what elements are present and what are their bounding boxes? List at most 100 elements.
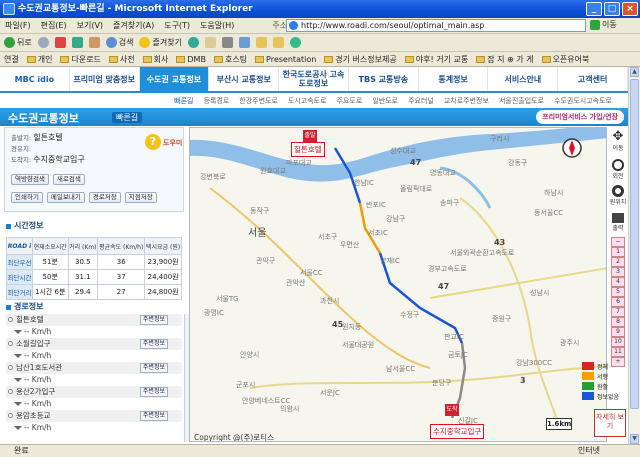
home-button[interactable] <box>88 37 100 48</box>
nav-service[interactable]: 서비스안내 <box>488 67 559 91</box>
scroll-down-arrow[interactable]: ▼ <box>630 434 639 444</box>
move-button[interactable]: ✥ 이동 <box>609 130 627 152</box>
favorites-button[interactable]: 즐겨찾기 <box>139 37 182 48</box>
edit-button[interactable] <box>238 37 250 48</box>
subnav-item[interactable]: 주요터널 <box>408 95 434 107</box>
table-row[interactable]: 최단우선 51분 30.5 36 23,900원 <box>6 254 182 270</box>
new-search-button[interactable]: 새로검색 <box>52 174 85 185</box>
subnav-item[interactable]: 빠른길 <box>174 95 193 107</box>
help-icon[interactable]: ? <box>145 134 161 150</box>
reset-position-button[interactable]: 원위치 <box>609 185 627 206</box>
subnav-item[interactable]: 주요도로 <box>337 95 363 107</box>
nearby-info-button[interactable]: 주변정보 <box>139 411 168 421</box>
list-item[interactable]: 용산2가입구 주변정보 <box>6 386 182 398</box>
zoom-level[interactable]: 5 <box>611 287 625 297</box>
route-map[interactable]: 서울 동작구 관악구 서초구 강남구 송파구 강동구 과천시 성남시 중원구 수… <box>189 127 607 442</box>
nav-expressway[interactable]: 한국도로공사 고속도로정보 <box>279 67 349 91</box>
menu-edit[interactable]: 편집(E) <box>36 20 72 31</box>
zoom-level[interactable]: 4 <box>611 277 625 287</box>
subnav-item[interactable]: 교차로주변정보 <box>444 95 489 107</box>
zoom-level[interactable]: 7 <box>611 307 625 317</box>
nearby-info-button[interactable]: 주변정보 <box>139 315 168 325</box>
send-mail-button[interactable]: 메일보내기 <box>46 192 85 203</box>
zoom-level[interactable]: 8 <box>611 317 625 327</box>
go-button[interactable]: 이동 <box>590 19 617 30</box>
print-route-button[interactable]: 인쇄하기 <box>11 192 43 203</box>
nav-statistics[interactable]: 통계정보 <box>419 67 489 91</box>
stop-button[interactable] <box>54 37 66 48</box>
subnav-item[interactable]: 도시고속도로 <box>288 95 327 107</box>
minimize-button[interactable]: _ <box>586 2 602 16</box>
help-label[interactable]: 도우미 <box>163 138 182 148</box>
rotate-button[interactable]: 회전 <box>609 159 627 180</box>
menu-favorites[interactable]: 즐겨찾기(A) <box>108 20 159 31</box>
link-item[interactable]: 오픈유어북 <box>541 54 589 65</box>
route-type-label[interactable]: 최단거리 <box>6 284 33 300</box>
address-url[interactable]: http://www.roadi.com/seoul/optimal_main.… <box>301 21 484 30</box>
route-type-label[interactable]: 최단시간 <box>6 269 33 285</box>
link-item[interactable]: 회사 <box>142 54 168 65</box>
search-button[interactable]: 검색 <box>105 37 133 48</box>
history-button[interactable] <box>187 37 199 48</box>
list-item[interactable]: 용암초등교 주변정보 <box>6 410 182 422</box>
zoom-level[interactable]: 3 <box>611 267 625 277</box>
link-item[interactable]: 다운로드 <box>60 54 101 65</box>
zoom-level[interactable]: 10 <box>611 337 625 347</box>
print-map-button[interactable]: 출력 <box>609 213 627 232</box>
nav-premium[interactable]: 프리미엄 맞춤정보 <box>70 67 140 91</box>
destination-marker[interactable]: 수지중학교입구 <box>430 424 485 439</box>
route-type-label[interactable]: 최단우선 <box>6 254 33 270</box>
table-row[interactable]: 최단시간 50분 31.1 37 24,400원 <box>6 269 182 285</box>
save-route-button[interactable]: 경로저장 <box>88 192 121 203</box>
nav-busan[interactable]: 부산시 교통정보 <box>209 67 280 91</box>
forward-button[interactable] <box>37 37 49 48</box>
link-item[interactable]: 경기 버스정보제공 <box>324 54 397 65</box>
folder-button-2[interactable] <box>272 37 284 48</box>
subnav-item[interactable]: 수도권도시고속도로 <box>554 95 612 107</box>
zoom-slider[interactable]: − 1 2 3 4 5 6 7 8 9 10 11 + <box>611 237 625 367</box>
back-button[interactable]: 뒤로 <box>4 37 32 48</box>
table-row[interactable]: 최단거리 1시간 6분 29.4 27 24,800원 <box>6 284 182 300</box>
reverse-search-button[interactable]: 역방향검색 <box>11 174 49 185</box>
scroll-up-arrow[interactable]: ▲ <box>630 67 639 77</box>
print-button[interactable] <box>221 37 233 48</box>
nav-mbc[interactable]: MBC ĭdio <box>0 67 70 91</box>
list-item[interactable]: 소월길입구 주변정보 <box>6 338 182 350</box>
subnav-item[interactable]: 일반도로 <box>372 95 398 107</box>
list-item[interactable]: 힐튼호텔 주변정보 <box>6 314 182 326</box>
premium-signup-link[interactable]: 프리미엄서비스 가입/연장 <box>536 110 624 124</box>
folder-button-1[interactable] <box>255 37 267 48</box>
save-point-button[interactable]: 지점저장 <box>124 192 157 203</box>
origin-marker[interactable]: 힐튼호텔 <box>291 142 325 157</box>
end-pin-icon[interactable]: 도착 <box>445 404 459 416</box>
menu-view[interactable]: 보기(V) <box>72 20 108 31</box>
nearby-info-button[interactable]: 주변정보 <box>139 339 168 349</box>
link-item[interactable]: 사전 <box>108 54 135 65</box>
zoom-level[interactable]: 2 <box>611 257 625 267</box>
zoom-level[interactable]: 6 <box>611 297 625 307</box>
link-item[interactable]: 잡 지 ⊕ 가 게 <box>476 54 534 65</box>
link-item[interactable]: 개인 <box>26 54 52 65</box>
link-item[interactable]: 야후! 거기 교통 <box>404 54 468 65</box>
start-pin-icon[interactable]: 출발 <box>303 130 317 142</box>
nav-tbs[interactable]: TBS 교통방송 <box>349 67 419 91</box>
address-bar[interactable]: http://www.roadi.com/seoul/optimal_main.… <box>286 19 586 32</box>
link-item[interactable]: DMB <box>176 55 206 64</box>
menu-help[interactable]: 도움말(H) <box>195 20 239 31</box>
nearby-info-button[interactable]: 주변정보 <box>139 387 168 397</box>
refresh-button[interactable] <box>71 37 83 48</box>
subnav-item[interactable]: 등록경로 <box>204 95 230 107</box>
scroll-thumb[interactable] <box>630 79 639 409</box>
zoom-in-button[interactable]: − <box>611 237 625 247</box>
details-button[interactable]: 자세히 보기 <box>594 409 626 437</box>
nearby-info-button[interactable]: 주변정보 <box>139 363 168 373</box>
zoom-level[interactable]: 9 <box>611 327 625 337</box>
mail-button[interactable] <box>204 37 216 48</box>
maximize-button[interactable]: □ <box>604 2 620 16</box>
subnav-item[interactable]: 서울진출입도로 <box>499 95 544 107</box>
subnav-item[interactable]: 한강주변도로 <box>239 95 278 107</box>
messenger-button[interactable] <box>289 37 301 48</box>
list-item[interactable]: 남산1호도서관 주변정보 <box>6 362 182 374</box>
nav-customer[interactable]: 고객센터 <box>558 67 628 91</box>
page-scrollbar[interactable]: ▲ ▼ <box>628 67 640 444</box>
